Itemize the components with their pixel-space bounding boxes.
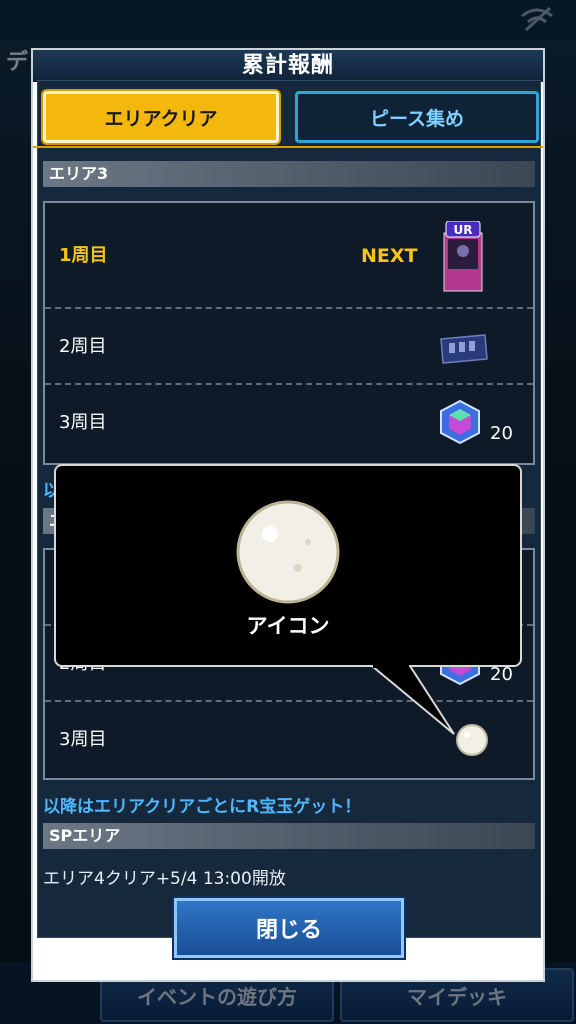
- next-badge: NEXT: [361, 245, 418, 267]
- tooltip-label: アイコン: [246, 614, 330, 638]
- white-orb-icon[interactable]: [455, 723, 489, 757]
- sp-area-header: SPエリア: [43, 823, 535, 849]
- reward-quantity: 20: [490, 664, 513, 685]
- tab-underline: [33, 146, 543, 148]
- lap-label: 3周目: [59, 412, 107, 433]
- white-orb-icon: [236, 500, 340, 604]
- lap-label: 2周目: [59, 336, 107, 357]
- list-item[interactable]: 2周目: [45, 309, 533, 385]
- ur-badge: UR: [454, 223, 473, 237]
- list-item[interactable]: 3周目 20: [45, 385, 533, 461]
- gem-icon[interactable]: [437, 399, 483, 445]
- sp-area-text: エリア4クリア+5/4 13:00開放: [43, 869, 286, 889]
- list-item[interactable]: 1周目 NEXT UR: [45, 203, 533, 309]
- item-tooltip: アイコン: [54, 464, 522, 667]
- close-button[interactable]: 閉じる: [174, 898, 404, 958]
- dialog-title: 累計報酬: [33, 50, 543, 82]
- tooltip-pointer: [370, 664, 455, 735]
- info-text: 以降はエリアクリアごとにR宝玉ゲット！: [43, 797, 362, 817]
- area3-reward-list[interactable]: 1周目 NEXT UR 2周目 3周目 20: [43, 201, 535, 465]
- tab-piece-collect[interactable]: ピース集め: [295, 91, 539, 143]
- lap-label: 1周目: [59, 245, 108, 266]
- reward-quantity: 20: [490, 423, 513, 444]
- tab-area-clear[interactable]: エリアクリア: [43, 91, 279, 143]
- card-sleeve-icon[interactable]: [437, 333, 489, 365]
- lap-label: 3周目: [59, 729, 107, 750]
- area3-header: エリア3: [43, 161, 535, 187]
- ur-card-icon[interactable]: UR: [442, 221, 486, 295]
